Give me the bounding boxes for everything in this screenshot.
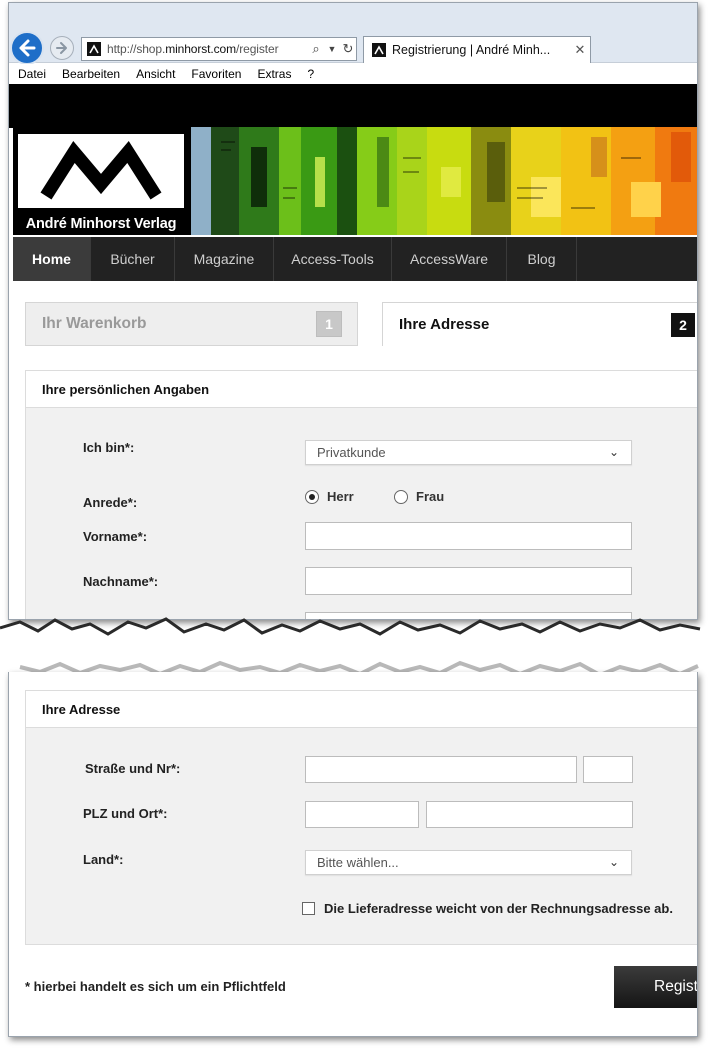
step-address-label: Ihre Adresse bbox=[399, 316, 490, 333]
menu-ansicht[interactable]: Ansicht bbox=[128, 67, 183, 81]
nav-home[interactable]: Home bbox=[13, 237, 91, 281]
dropdown-arrow-icon[interactable]: ▼ bbox=[324, 44, 340, 54]
country-value: Bitte wählen... bbox=[317, 855, 399, 870]
address-section: Ihre Adresse Straße und Nr*: PLZ und Ort… bbox=[25, 690, 697, 945]
tab-title: Registrierung | André Minh... bbox=[392, 43, 551, 57]
nav-magazine[interactable]: Magazine bbox=[175, 237, 274, 281]
logo-text: André Minhorst Verlag bbox=[25, 216, 177, 232]
browser-tab[interactable]: Registrierung | André Minh... ✕ bbox=[363, 36, 591, 63]
chevron-down-icon: ⌄ bbox=[608, 855, 619, 869]
chevron-down-icon: ⌄ bbox=[608, 445, 619, 459]
house-number-input[interactable] bbox=[583, 756, 633, 783]
checkbox-icon bbox=[302, 902, 315, 915]
forward-button[interactable] bbox=[50, 36, 74, 60]
country-select[interactable]: Bitte wählen... ⌄ bbox=[305, 850, 632, 875]
menu-favoriten[interactable]: Favoriten bbox=[183, 67, 249, 81]
step-address-number: 2 bbox=[671, 313, 695, 337]
radio-unselected-icon bbox=[394, 489, 408, 504]
zip-city-label: PLZ und Ort*: bbox=[83, 806, 168, 821]
customer-type-label: Ich bin*: bbox=[83, 440, 135, 455]
site-banner: André Minhorst Verlag bbox=[13, 127, 697, 235]
personal-section: Ihre persönlichen Angaben Ich bin*: Priv… bbox=[25, 370, 697, 619]
customer-type-value: Privatkunde bbox=[317, 445, 386, 460]
personal-section-body: Ich bin*: Privatkunde ⌄ Anrede*: Herr Fr… bbox=[26, 408, 697, 619]
browser-window-top: http://shop.minhorst.com/register ⌕ ▼ ↻ … bbox=[8, 2, 698, 620]
back-button[interactable] bbox=[10, 31, 44, 65]
street-label: Straße und Nr*: bbox=[85, 761, 181, 776]
browser-toolbar: http://shop.minhorst.com/register ⌕ ▼ ↻ … bbox=[9, 3, 697, 65]
logo-mark-icon bbox=[15, 131, 187, 211]
address-bar[interactable]: http://shop.minhorst.com/register ⌕ ▼ ↻ bbox=[81, 37, 357, 61]
first-name-label: Vorname*: bbox=[83, 529, 148, 544]
street-input[interactable] bbox=[305, 756, 577, 783]
main-navigation: Home Bücher Magazine Access-Tools Access… bbox=[13, 237, 697, 281]
browser-window-bottom: Ihre Adresse Straße und Nr*: PLZ und Ort… bbox=[8, 672, 698, 1037]
register-button-label: Registrieren bbox=[654, 978, 698, 995]
nav-buecher[interactable]: Bücher bbox=[91, 237, 175, 281]
step-address: Ihre Adresse 2 bbox=[382, 302, 697, 346]
address-section-body: Straße und Nr*: PLZ und Ort*: Land*: Bit… bbox=[26, 728, 697, 944]
step-cart-label: Ihr Warenkorb bbox=[42, 315, 147, 332]
site-logo[interactable]: André Minhorst Verlag bbox=[13, 129, 189, 233]
register-button[interactable]: Registrieren bbox=[614, 966, 698, 1008]
search-icon[interactable]: ⌕ bbox=[308, 41, 324, 57]
menu-extras[interactable]: Extras bbox=[249, 67, 299, 81]
required-note: * hierbei handelt es sich um ein Pflicht… bbox=[25, 979, 286, 994]
different-shipping-label: Die Lieferadresse weicht von der Rechnun… bbox=[324, 901, 673, 916]
country-label: Land*: bbox=[83, 852, 124, 867]
salutation-herr-label: Herr bbox=[327, 489, 354, 504]
close-tab-icon[interactable]: ✕ bbox=[570, 42, 590, 58]
last-name-input[interactable] bbox=[305, 567, 632, 595]
nav-blog[interactable]: Blog bbox=[507, 237, 577, 281]
menu-help[interactable]: ? bbox=[299, 67, 322, 81]
menu-datei[interactable]: Datei bbox=[9, 67, 54, 81]
radio-selected-icon bbox=[305, 489, 319, 504]
salutation-radio-herr[interactable]: Herr bbox=[305, 489, 354, 504]
arrow-right-icon bbox=[56, 42, 67, 54]
tab-favicon-icon bbox=[372, 43, 386, 57]
step-cart-number: 1 bbox=[316, 311, 342, 337]
salutation-radio-frau[interactable]: Frau bbox=[394, 489, 444, 504]
customer-type-select[interactable]: Privatkunde ⌄ bbox=[305, 440, 632, 465]
salutation-frau-label: Frau bbox=[416, 489, 445, 504]
refresh-icon[interactable]: ↻ bbox=[340, 41, 356, 57]
menu-bearbeiten[interactable]: Bearbeiten bbox=[54, 67, 128, 81]
city-input[interactable] bbox=[426, 801, 633, 828]
step-cart[interactable]: Ihr Warenkorb 1 bbox=[25, 302, 358, 346]
nav-access-tools[interactable]: Access-Tools bbox=[274, 237, 392, 281]
zip-input[interactable] bbox=[305, 801, 419, 828]
personal-section-title: Ihre persönlichen Angaben bbox=[26, 371, 697, 408]
last-name-label: Nachname*: bbox=[83, 574, 159, 589]
arrow-left-icon bbox=[19, 39, 36, 57]
first-name-input[interactable] bbox=[305, 522, 632, 550]
header-top-band bbox=[9, 84, 697, 128]
different-shipping-checkbox[interactable]: Die Lieferadresse weicht von der Rechnun… bbox=[302, 901, 673, 916]
site-favicon-icon bbox=[87, 42, 101, 56]
banner-mosaic-image bbox=[191, 127, 697, 235]
nav-accessware[interactable]: AccessWare bbox=[392, 237, 507, 281]
url-text: http://shop.minhorst.com/register bbox=[107, 42, 279, 56]
address-section-title: Ihre Adresse bbox=[26, 691, 697, 728]
menu-bar: Datei Bearbeiten Ansicht Favoriten Extra… bbox=[9, 64, 697, 84]
salutation-label: Anrede*: bbox=[83, 495, 138, 510]
